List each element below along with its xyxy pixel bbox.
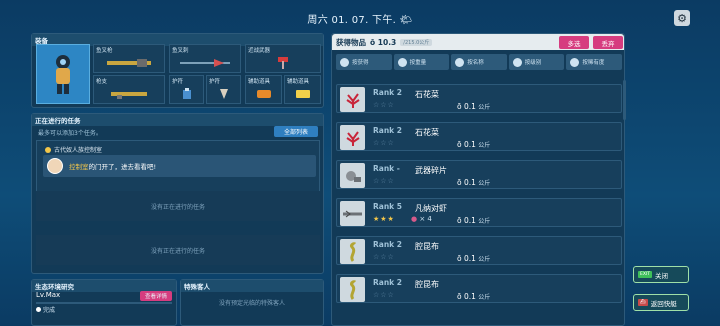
- clock-icon: [340, 57, 349, 67]
- research-status: 完成: [43, 307, 56, 314]
- npc-avatar: [47, 158, 63, 174]
- diver-character-icon[interactable]: [36, 44, 90, 104]
- tasks-subtitle: 最多可以添加3个任务。: [38, 130, 102, 137]
- research-progress-bar: [36, 302, 172, 304]
- date-time: 周六 01. 07. 下午. 🌤: [307, 14, 413, 26]
- hammer-icon: [250, 57, 316, 69]
- sort-by-rank[interactable]: 按级别: [508, 54, 565, 70]
- inventory-item[interactable]: Rank - ☆☆☆ 武器碎片 ō 0.1 公斤: [336, 160, 622, 189]
- special-guests-panel: 特殊客人 没有预定光临的特殊客人: [180, 279, 324, 326]
- task-message-text: 的门开了，进去看看吧!: [88, 163, 157, 171]
- harpoon-spear-icon: [174, 57, 236, 69]
- slot-charm-1[interactable]: 护符: [169, 75, 204, 104]
- sort-by-name[interactable]: 按名称: [451, 54, 507, 70]
- task-card-title: 古代奴人族控制室: [54, 147, 103, 154]
- shrimp-icon: [340, 201, 365, 226]
- task-alert-icon: [45, 146, 51, 153]
- sort-by-weight[interactable]: 按重量: [393, 54, 450, 70]
- inventory-item[interactable]: Rank 5 ★★★ ● × 4 凡纳对虾 ō 0.1 公斤: [336, 198, 622, 227]
- slot-harpoon-gun[interactable]: 鱼叉枪: [93, 44, 165, 73]
- return-to-boat-button[interactable]: ⛴ 返回快艇: [633, 294, 689, 311]
- star-icon: [512, 57, 522, 67]
- slot-aux-item-1[interactable]: 辅助道具: [245, 75, 282, 104]
- weapon-fragment-icon: [340, 163, 365, 188]
- sort-tabs: 按获得 按重量 按名称 按级别 按稀有度: [336, 54, 622, 70]
- kelp-icon: [340, 277, 365, 302]
- inventory-item[interactable]: Rank 2 ☆☆☆ 石花菜 ō 0.1 公斤: [336, 122, 622, 151]
- aux-item-orange-icon: [250, 88, 277, 100]
- boat-icon: ⛴: [638, 299, 648, 306]
- multi-select-button[interactable]: 多选: [559, 36, 589, 49]
- slot-harpoon-spear[interactable]: 鱼叉刺: [169, 44, 241, 73]
- inventory-item[interactable]: Rank 2 ☆☆☆ 腔昆布 ō 0.1 公斤: [336, 236, 622, 265]
- aux-item-yellow-icon: [289, 88, 316, 100]
- red-seaweed-icon: [340, 87, 365, 112]
- complete-dot-icon: [36, 307, 41, 312]
- settings-gear-icon[interactable]: ⚙: [674, 10, 690, 26]
- eco-research-panel: 生态环境研究 Lv.Max 查看详情 完成: [31, 279, 177, 326]
- harpoon-gun-icon: [98, 57, 160, 69]
- tasks-title: 正在进行的任务: [32, 114, 323, 126]
- sort-by-acquired[interactable]: 按获得: [336, 54, 392, 70]
- charm-pendant-icon: [211, 88, 236, 100]
- inventory-capacity: /215.0公斤: [400, 38, 433, 46]
- view-details-button[interactable]: 查看详情: [140, 291, 172, 301]
- task-message-highlight: 控制室: [69, 163, 89, 171]
- discard-button[interactable]: 丢弃: [593, 36, 623, 49]
- inventory-item[interactable]: Rank 2 ☆☆☆ 石花菜 ō 0.1 公斤: [336, 84, 622, 113]
- special-title: 特殊客人: [181, 280, 323, 292]
- empty-task-slot: 没有正在进行的任务: [36, 191, 320, 221]
- close-button[interactable]: EXIT 关闭: [633, 266, 689, 283]
- inventory-title: 获得物品: [336, 37, 366, 47]
- research-level: Lv.Max: [36, 291, 61, 299]
- slot-aux-item-2[interactable]: 辅助道具: [284, 75, 321, 104]
- weight-icon: [397, 57, 407, 67]
- empty-task-slot: 没有正在进行的任务: [36, 235, 320, 265]
- charm-robot-icon: [174, 88, 199, 100]
- name-sort-icon: [455, 57, 465, 67]
- kelp-icon: [340, 239, 365, 264]
- inventory-scrollbar[interactable]: [623, 80, 626, 120]
- sort-by-rarity[interactable]: 按稀有度: [566, 54, 622, 70]
- all-list-button[interactable]: 全部列表: [274, 126, 318, 137]
- top-bar: 周六 01. 07. 下午. 🌤: [0, 8, 720, 28]
- task-message: 控制室的门开了，进去看看吧!: [43, 155, 316, 177]
- gun-icon: [98, 88, 160, 100]
- rarity-icon: [570, 57, 580, 67]
- special-empty-text: 没有预定光临的特殊客人: [218, 300, 285, 307]
- red-seaweed-icon: [340, 125, 365, 150]
- shrimp-extra-icon: ●: [411, 215, 418, 223]
- equipment-panel: 装备 鱼叉枪 鱼叉刺 近战武器 枪支 护符 护符 辅助道具 辅助道具: [31, 33, 324, 108]
- exit-tag: EXIT: [638, 271, 653, 278]
- inventory-weight: ō 10.3: [370, 37, 397, 47]
- tasks-panel: 正在进行的任务 最多可以添加3个任务。 全部列表 古代奴人族控制室 控制室的门开…: [31, 113, 324, 274]
- slot-melee-weapon[interactable]: 近战武器: [245, 44, 321, 73]
- slot-charm-2[interactable]: 护符: [206, 75, 241, 104]
- inventory-item[interactable]: Rank 2 ☆☆☆ 腔昆布 ō 0.1 公斤: [336, 274, 622, 303]
- slot-gun[interactable]: 枪支: [93, 75, 165, 104]
- inventory-panel: 获得物品 ō 10.3 /215.0公斤 多选 丢弃 按获得 按重量 按名称 按…: [331, 33, 625, 326]
